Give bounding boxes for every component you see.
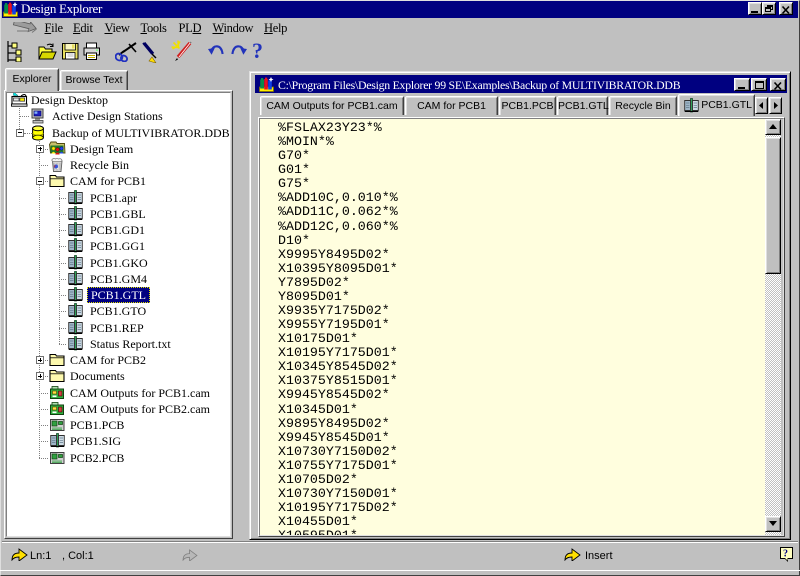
svg-text:?: ? (783, 549, 788, 560)
